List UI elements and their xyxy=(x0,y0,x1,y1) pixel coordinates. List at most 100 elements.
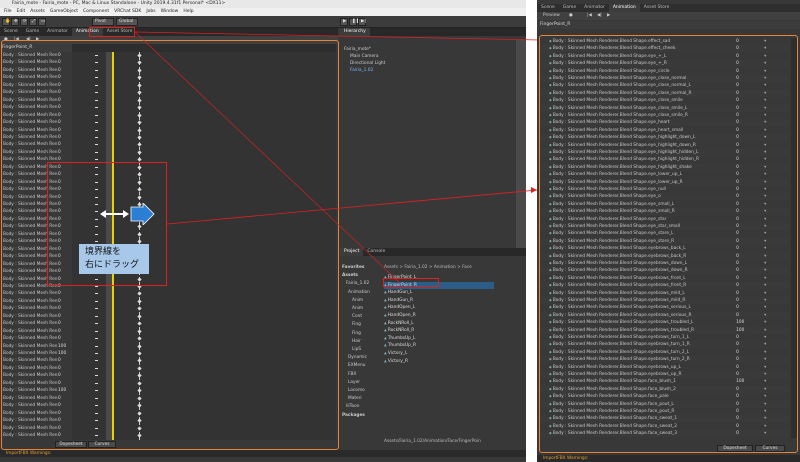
zoom-play-icon[interactable]: ▶ xyxy=(607,12,610,20)
row-menu-icon[interactable]: ▾ xyxy=(764,76,766,81)
blendshape-row[interactable]: ◆ Body : Skinned Mesh Renderer.Blend Sha… xyxy=(537,334,789,341)
blendshape-value[interactable]: 0 xyxy=(736,142,764,149)
property-row[interactable]: Body : Skinned Mesh Ren0 xyxy=(0,171,72,178)
row-menu-icon[interactable]: ▾ xyxy=(764,209,766,214)
blendshape-row[interactable]: ◆ Body : Skinned Mesh Renderer.Blend Sha… xyxy=(537,267,789,275)
property-row[interactable]: Body : Skinned Mesh Ren0 xyxy=(0,74,72,81)
project-file[interactable]: ▲ HandOpen_R xyxy=(384,312,494,319)
row-menu-icon[interactable]: ▾ xyxy=(764,239,766,244)
property-row[interactable]: Body : Skinned Mesh Ren0 xyxy=(0,335,72,342)
tab-game[interactable]: Game xyxy=(22,28,43,36)
blendshape-row[interactable]: ◆ Body : Skinned Mesh Renderer.Blend Sha… xyxy=(537,385,789,393)
property-value[interactable]: 0 xyxy=(58,186,70,193)
property-value[interactable]: 0 xyxy=(58,134,70,141)
menu-item[interactable]: VRChat SDK xyxy=(114,9,141,14)
property-row[interactable]: Body : Skinned Mesh Ren100 xyxy=(0,343,72,350)
project-file[interactable]: ▲ HandGun_R xyxy=(384,297,494,304)
blendshape-row[interactable]: ◆ Body : Skinned Mesh Renderer.Blend Sha… xyxy=(537,297,789,304)
row-menu-icon[interactable]: ▾ xyxy=(764,372,766,377)
row-menu-icon[interactable]: ▾ xyxy=(764,202,766,207)
keyframe-left[interactable] xyxy=(95,330,98,332)
zoom-dopesheet-button[interactable]: Dopesheet xyxy=(717,445,753,452)
row-menu-icon[interactable]: ▾ xyxy=(764,313,766,318)
keyframe[interactable] xyxy=(137,75,142,80)
blendshape-row[interactable]: ◆ Body : Skinned Mesh Renderer.Blend Sha… xyxy=(537,149,789,156)
property-value[interactable]: 0 xyxy=(58,432,70,439)
keyframe[interactable] xyxy=(137,418,142,423)
keyframe-left[interactable] xyxy=(95,196,98,198)
keyframe-left[interactable] xyxy=(95,226,98,228)
prev-frame-icon[interactable]: ◀| xyxy=(26,37,31,42)
property-row[interactable]: Body : Skinned Mesh Ren0 xyxy=(0,201,72,208)
property-row[interactable]: Body : Skinned Mesh Ren0 xyxy=(0,380,72,387)
blendshape-row[interactable]: ◆ Body : Skinned Mesh Renderer.Blend Sha… xyxy=(537,237,789,245)
blendshape-value[interactable]: 0 xyxy=(736,208,764,215)
row-menu-icon[interactable]: ▾ xyxy=(764,320,766,325)
row-menu-icon[interactable]: ▾ xyxy=(764,305,766,310)
keyframe[interactable] xyxy=(137,425,142,431)
blendshape-row[interactable]: ◆ Body : Skinned Mesh Renderer.Blend Sha… xyxy=(537,119,789,127)
play-button[interactable]: ▶ xyxy=(340,18,348,26)
blendshape-row[interactable]: ◆ Body : Skinned Mesh Renderer.Blend Sha… xyxy=(537,393,789,401)
property-value[interactable]: 0 xyxy=(58,328,70,335)
row-menu-icon[interactable]: ▾ xyxy=(764,431,766,436)
blendshape-value[interactable]: 0 xyxy=(736,164,764,171)
blendshape-row[interactable]: ◆ Body : Skinned Mesh Renderer.Blend Sha… xyxy=(537,363,789,371)
property-row[interactable]: Body : Skinned Mesh Ren0 xyxy=(0,261,72,268)
row-menu-icon[interactable]: ▾ xyxy=(764,224,766,229)
property-row[interactable]: Body : Skinned Mesh Ren0 xyxy=(0,194,72,201)
keyframe-left[interactable] xyxy=(95,397,98,399)
project-tree-item[interactable]: Anim xyxy=(352,297,384,304)
property-row[interactable]: Body : Skinned Mesh Ren100 xyxy=(0,387,72,394)
keyframe-left[interactable] xyxy=(95,293,98,295)
property-row[interactable]: Body : Skinned Mesh Ren100 xyxy=(0,350,72,357)
blendshape-value[interactable]: 0 xyxy=(736,230,764,237)
curves-button[interactable]: Curves xyxy=(88,441,116,448)
property-value[interactable]: 0 xyxy=(58,290,70,297)
keyframe[interactable] xyxy=(137,142,142,148)
project-tree-item[interactable]: Fairia_1.02 xyxy=(346,280,384,287)
property-value[interactable]: 100 xyxy=(58,343,70,350)
keyframe[interactable] xyxy=(137,83,142,88)
row-menu-icon[interactable]: ▾ xyxy=(764,61,766,66)
keyframe[interactable] xyxy=(137,336,142,341)
project-breadcrumb[interactable]: Assets > Fairia_1.02 > Animation > Face xyxy=(384,264,526,271)
hierarchy-item[interactable]: Fairia_1.02 xyxy=(350,67,510,74)
row-menu-icon[interactable]: ▾ xyxy=(764,172,766,177)
keyframe[interactable] xyxy=(137,314,142,319)
property-value[interactable]: 0 xyxy=(58,425,70,432)
property-value[interactable]: 0 xyxy=(58,67,70,74)
menu-item[interactable]: Component xyxy=(83,9,109,14)
property-row[interactable]: Body : Skinned Mesh Ren0 xyxy=(0,253,72,260)
blendshape-row[interactable]: ◆ Body : Skinned Mesh Renderer.Blend Sha… xyxy=(537,326,789,334)
property-value[interactable]: 0 xyxy=(58,82,70,89)
scale-tool-icon[interactable]: ⤢ xyxy=(29,18,37,26)
property-row[interactable]: Body : Skinned Mesh Ren0 xyxy=(0,52,72,59)
keyframe[interactable] xyxy=(137,276,142,282)
property-value[interactable]: 0 xyxy=(58,253,70,260)
keyframe-left[interactable] xyxy=(95,345,98,347)
blendshape-value[interactable]: 0 xyxy=(736,260,764,267)
menu-item[interactable]: File xyxy=(4,9,12,14)
blendshape-row[interactable]: ◆ Body : Skinned Mesh Renderer.Blend Sha… xyxy=(537,134,789,142)
row-menu-icon[interactable]: ▾ xyxy=(764,342,766,347)
property-row[interactable]: Body : Skinned Mesh Ren0 xyxy=(0,89,72,96)
keyframe-left[interactable] xyxy=(95,129,98,131)
keyframe-left[interactable] xyxy=(95,136,98,138)
keyframe-left[interactable] xyxy=(95,166,98,168)
blendshape-row[interactable]: ◆ Body : Skinned Mesh Renderer.Blend Sha… xyxy=(537,60,789,68)
tab-animation[interactable]: Animation xyxy=(71,28,103,36)
blendshape-value[interactable]: 0 xyxy=(736,82,764,89)
row-menu-icon[interactable]: ▾ xyxy=(764,394,766,399)
row-menu-icon[interactable]: ▾ xyxy=(764,291,766,296)
rect-tool-icon[interactable]: ▭ xyxy=(38,18,46,26)
project-file[interactable]: ▲ HandOpen_L xyxy=(384,304,494,311)
property-row[interactable]: Body : Skinned Mesh Ren0 xyxy=(0,425,72,432)
property-value[interactable]: 0 xyxy=(58,335,70,342)
blendshape-value[interactable]: 0 xyxy=(736,267,764,274)
keyframe[interactable] xyxy=(137,366,142,371)
keyframe[interactable] xyxy=(137,373,142,378)
keyframe[interactable] xyxy=(137,112,142,118)
blendshape-row[interactable]: ◆ Body : Skinned Mesh Renderer.Blend Sha… xyxy=(537,252,789,260)
keyframe[interactable] xyxy=(137,68,142,73)
